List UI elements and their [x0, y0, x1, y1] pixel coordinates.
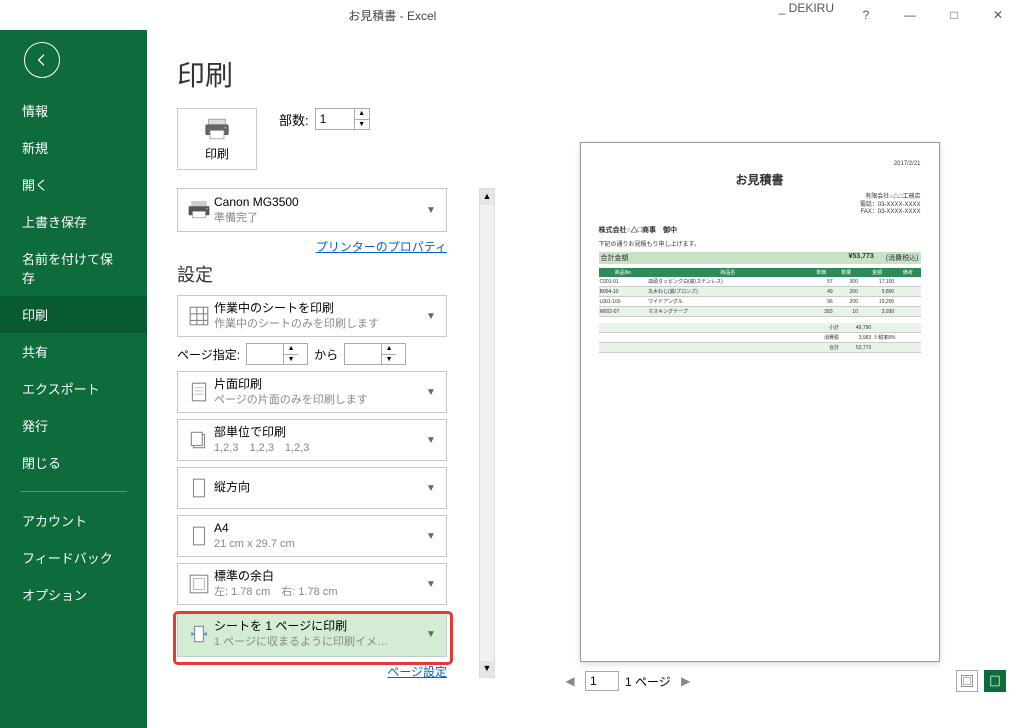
sidebar-item-options[interactable]: オプション — [0, 576, 147, 613]
help-button[interactable]: ? — [846, 1, 886, 29]
page-title: 印刷 — [177, 54, 477, 94]
zoom-to-page-button[interactable] — [984, 670, 1006, 692]
show-margins-button[interactable] — [956, 670, 978, 692]
copies-down[interactable]: ▼ — [355, 119, 369, 129]
chevron-down-icon: ▼ — [422, 205, 440, 216]
back-button[interactable] — [24, 42, 60, 78]
sidebar-item-feedback[interactable]: フィードバック — [0, 539, 147, 576]
page-number-input[interactable] — [585, 671, 619, 691]
user-label: _ DEKIRU — [779, 1, 834, 29]
copies-stepper[interactable]: ▲▼ — [315, 108, 370, 130]
fit-page-icon — [184, 623, 214, 645]
scale-selector[interactable]: シートを 1 ページに印刷1 ページに収まるように印刷イメ… ▼ — [177, 611, 447, 657]
sidebar-item-open[interactable]: 開く — [0, 166, 147, 203]
printer-icon — [203, 117, 231, 141]
page-range-label: ページ指定: — [177, 346, 240, 363]
sidebar-item-info[interactable]: 情報 — [0, 92, 147, 129]
portrait-icon — [184, 477, 214, 499]
sidebar-item-print[interactable]: 印刷 — [0, 296, 147, 333]
copies-input[interactable] — [316, 109, 354, 129]
sidebar-item-export[interactable]: エクスポート — [0, 370, 147, 407]
sidebar-item-close[interactable]: 閉じる — [0, 444, 147, 481]
sidebar-item-share[interactable]: 共有 — [0, 333, 147, 370]
printer-properties-link[interactable]: プリンターのプロパティ — [177, 238, 447, 255]
scroll-down[interactable]: ▼ — [480, 661, 494, 677]
print-preview: 2017/2/21 お見積書 有限会社○△□工務店電話：03-XXXX-XXXX… — [513, 142, 1006, 728]
print-scope-selector[interactable]: 作業中のシートを印刷作業中のシートのみを印刷します ▼ — [177, 295, 447, 337]
printer-selector[interactable]: Canon MG3500準備完了 ▼ — [177, 188, 447, 232]
page-from-stepper[interactable]: ▲▼ — [246, 343, 308, 365]
sidebar-item-saveas[interactable]: 名前を付けて保存 — [0, 240, 147, 296]
sidebar: 情報新規開く上書き保存名前を付けて保存印刷共有エクスポート発行閉じる アカウント… — [0, 30, 147, 728]
collate-selector[interactable]: 部単位で印刷1,2,3 1,2,3 1,2,3 ▼ — [177, 419, 447, 461]
scroll-up[interactable]: ▲ — [480, 189, 494, 205]
settings-header: 設定 — [177, 261, 477, 287]
next-page-button[interactable]: ▶ — [677, 674, 695, 688]
paper-icon — [184, 525, 214, 547]
sheet-icon — [184, 305, 214, 327]
prev-page-button[interactable]: ◀ — [561, 674, 579, 688]
page-setup-link[interactable]: ページ設定 — [177, 663, 447, 680]
copies-up[interactable]: ▲ — [355, 109, 369, 119]
sidebar-item-account[interactable]: アカウント — [0, 502, 147, 539]
margins-icon — [184, 573, 214, 595]
single-side-icon — [184, 381, 214, 403]
collate-icon — [184, 429, 214, 451]
printer-device-icon — [184, 199, 214, 221]
titlebar: お見積書 - Excel _ DEKIRU ? — □ ✕ — [0, 0, 1024, 30]
sidebar-item-save[interactable]: 上書き保存 — [0, 203, 147, 240]
orientation-selector[interactable]: 縦方向 ▼ — [177, 467, 447, 509]
page-total: 1 ページ — [625, 673, 671, 690]
maximize-button[interactable]: □ — [934, 1, 974, 29]
close-button[interactable]: ✕ — [978, 1, 1018, 29]
sidebar-item-new[interactable]: 新規 — [0, 129, 147, 166]
preview-page: 2017/2/21 お見積書 有限会社○△□工務店電話：03-XXXX-XXXX… — [580, 142, 940, 662]
copies-label: 部数: — [279, 110, 309, 129]
page-to-stepper[interactable]: ▲▼ — [344, 343, 406, 365]
margins-selector[interactable]: 標準の余白左: 1.78 cm 右: 1.78 cm ▼ — [177, 563, 447, 605]
paper-selector[interactable]: A421 cm x 29.7 cm ▼ — [177, 515, 447, 557]
sides-selector[interactable]: 片面印刷ページの片面のみを印刷します ▼ — [177, 371, 447, 413]
sidebar-item-publish[interactable]: 発行 — [0, 407, 147, 444]
print-button[interactable]: 印刷 — [177, 108, 257, 170]
settings-scrollbar[interactable]: ▲ ▼ — [479, 188, 495, 678]
minimize-button[interactable]: — — [890, 1, 930, 29]
